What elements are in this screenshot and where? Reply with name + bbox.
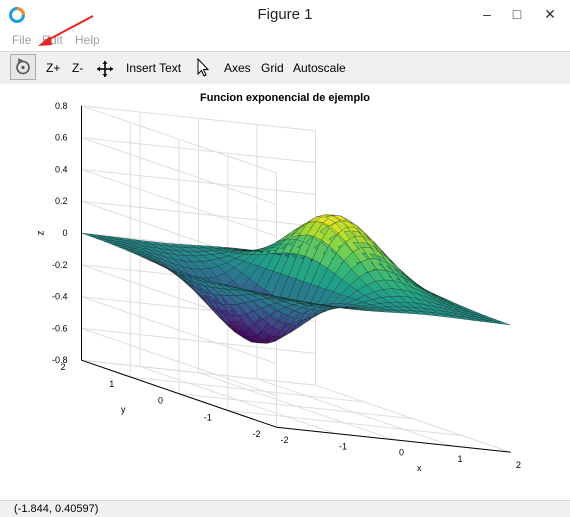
zoom-out-button[interactable]: Z-	[72, 58, 83, 78]
select-pointer-icon[interactable]	[196, 58, 210, 78]
menu-bar: File Edit Help	[0, 30, 570, 50]
z-tick-label: -0.2	[52, 260, 68, 270]
z-tick-label: -0.6	[52, 323, 68, 333]
axes-button[interactable]: Axes	[224, 58, 251, 78]
z-tick-label: 0.4	[55, 164, 68, 174]
surface-plot[interactable]: 0.80.60.40.20-0.2-0.4-0.6-0.8-2-1012-2-1…	[0, 84, 570, 500]
maximize-button[interactable]: □	[502, 0, 532, 30]
x-tick-label: 0	[399, 448, 404, 458]
figure-canvas[interactable]: Funcion exponencial de ejemplo 0.8 0.6 0.4…	[0, 84, 570, 500]
plot-title: Funcion exponencial de ejemplo	[200, 92, 370, 104]
y-tick-label: -2	[252, 429, 260, 439]
y-tick-label: 0	[158, 396, 163, 406]
title-bar: Figure 1 – □ ✕	[0, 0, 570, 31]
close-button[interactable]: ✕	[530, 0, 570, 30]
menu-help[interactable]: Help	[75, 33, 100, 47]
x-tick-label: -1	[339, 441, 347, 451]
minimize-button[interactable]: –	[472, 0, 502, 30]
x-tick-label: -2	[280, 435, 288, 445]
grid-button[interactable]: Grid	[261, 58, 284, 78]
cursor-coordinates: (-1.844, 0.40597)	[14, 503, 99, 515]
toolbar: Z+ Z- Insert Text Axes Grid Autoscale	[0, 51, 570, 85]
y-tick-label: -1	[204, 412, 212, 422]
y-axis-label: y	[121, 404, 126, 414]
pan-icon[interactable]	[96, 59, 114, 79]
z-tick-label: 0.6	[55, 133, 68, 143]
status-bar: (-1.844, 0.40597)	[0, 500, 570, 517]
z-tick-label: 0.2	[55, 196, 68, 206]
x-axis-label: x	[417, 463, 422, 473]
y-tick-label: 1	[109, 379, 114, 389]
rotate-button[interactable]	[10, 54, 36, 80]
zoom-in-button[interactable]: Z+	[46, 58, 60, 78]
z-axis-label: z	[36, 231, 47, 236]
z-tick-label: 0	[62, 228, 67, 238]
x-tick-label: 1	[457, 454, 462, 464]
menu-edit[interactable]: Edit	[42, 33, 63, 47]
app-logo-icon	[9, 7, 25, 23]
menu-file[interactable]: File	[12, 33, 31, 47]
autoscale-button[interactable]: Autoscale	[293, 58, 346, 78]
y-tick-label: 2	[60, 362, 65, 372]
insert-text-button[interactable]: Insert Text	[126, 58, 181, 78]
x-tick-label: 2	[516, 460, 521, 470]
rotate-icon	[16, 58, 30, 75]
z-tick-label: -0.4	[52, 292, 68, 302]
